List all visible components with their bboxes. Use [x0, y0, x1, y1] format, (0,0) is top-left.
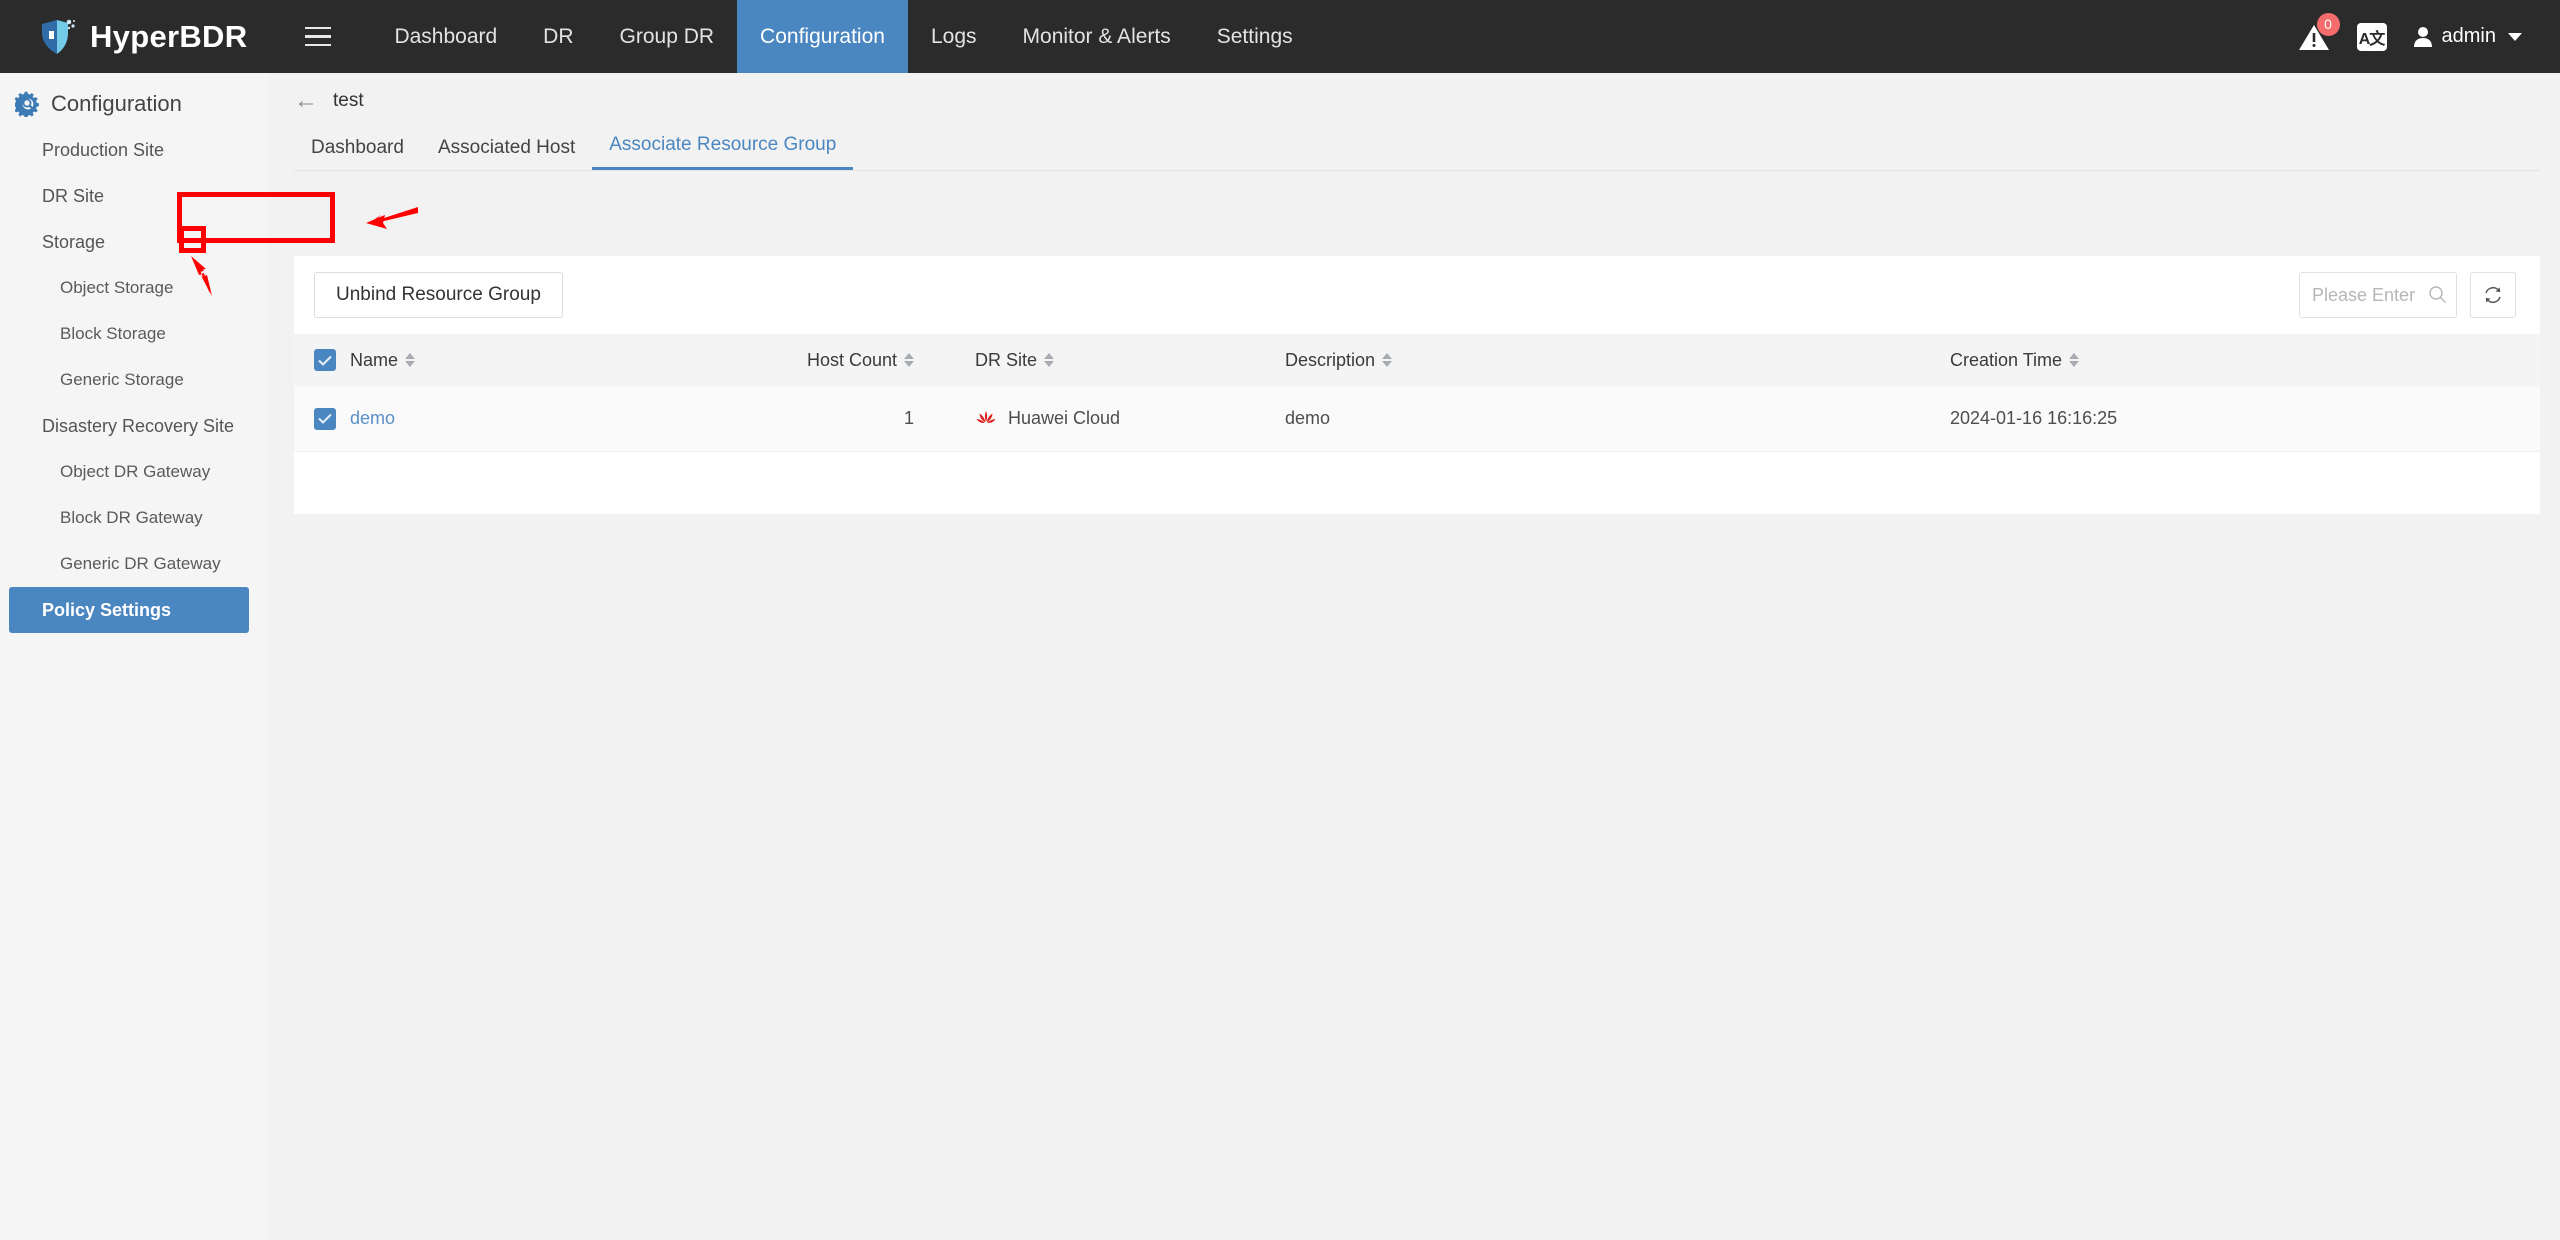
- chevron-down-icon: [2508, 32, 2522, 41]
- main-content: ← test Dashboard Associated Host Associa…: [268, 73, 2560, 1240]
- user-menu[interactable]: admin: [2413, 25, 2522, 48]
- sidebar-item-block-storage[interactable]: Block Storage: [0, 311, 268, 357]
- back-arrow-icon[interactable]: ←: [294, 89, 318, 113]
- sidebar-item-block-dr-gateway[interactable]: Block DR Gateway: [0, 495, 268, 541]
- resource-group-table: Name Host Count DR Site Description Crea…: [294, 334, 2540, 452]
- sidebar: Configuration Production Site DR Site St…: [0, 73, 268, 1240]
- alert-count-badge: 0: [2316, 12, 2340, 36]
- column-header-creation-time[interactable]: Creation Time: [1830, 350, 2540, 371]
- nav-item-configuration[interactable]: Configuration: [737, 0, 908, 73]
- sort-icon-description[interactable]: [1382, 353, 1393, 367]
- toolbar-right: [2299, 272, 2516, 318]
- column-header-name[interactable]: Name: [350, 350, 660, 371]
- user-avatar-icon: [2413, 26, 2432, 47]
- sidebar-title-label: Configuration: [51, 91, 182, 116]
- cell-creation-time: 2024-01-16 16:16:25: [1950, 408, 2118, 428]
- tab-bar: Dashboard Associated Host Associate Reso…: [294, 127, 2540, 171]
- hyperbdr-shield-icon: [42, 19, 75, 54]
- sidebar-item-object-dr-gateway[interactable]: Object DR Gateway: [0, 449, 268, 495]
- column-header-description-label: Description: [1285, 349, 1376, 370]
- user-name: admin: [2441, 25, 2496, 47]
- column-header-host-count-label: Host Count: [806, 349, 897, 370]
- check-icon: [318, 355, 332, 366]
- sidebar-title: Configuration: [0, 73, 268, 127]
- nav-item-dr[interactable]: DR: [520, 0, 596, 73]
- column-header-host-count[interactable]: Host Count: [660, 350, 930, 371]
- sort-icon-name[interactable]: [405, 353, 416, 367]
- tab-associated-host[interactable]: Associated Host: [421, 137, 592, 170]
- sidebar-item-production-site[interactable]: Production Site: [0, 127, 268, 173]
- column-header-description[interactable]: Description: [1270, 350, 1830, 371]
- top-right-actions: 0 A文 admin: [2297, 12, 2560, 54]
- nav-item-logs[interactable]: Logs: [908, 0, 1000, 73]
- refresh-button[interactable]: [2470, 272, 2516, 318]
- alerts-button[interactable]: 0: [2297, 12, 2340, 54]
- select-all-checkbox-cell: [294, 349, 350, 371]
- brand-name: HyperBDR: [90, 18, 248, 54]
- sort-icon-dr-site[interactable]: [1044, 353, 1055, 367]
- top-navigation-bar: HyperBDR Dashboard DR Group DR Configura…: [0, 0, 2560, 73]
- page-title: test: [333, 90, 364, 111]
- cell-name: demo: [350, 408, 660, 429]
- column-header-dr-site-label: DR Site: [975, 349, 1038, 370]
- sort-icon-host-count[interactable]: [904, 353, 914, 367]
- brand-logo-group[interactable]: HyperBDR: [0, 17, 257, 57]
- tab-dashboard[interactable]: Dashboard: [294, 137, 421, 170]
- nav-item-settings[interactable]: Settings: [1194, 0, 1316, 73]
- sidebar-item-dr-site[interactable]: DR Site: [0, 173, 268, 219]
- sidebar-item-disastery-recovery-site[interactable]: Disastery Recovery Site: [0, 403, 268, 449]
- tab-associate-resource-group[interactable]: Associate Resource Group: [592, 134, 854, 170]
- table-row[interactable]: demo 1 Huawei Cloud demo 2024-01-16 16:1…: [294, 386, 2540, 452]
- cell-host-count: 1: [903, 408, 914, 428]
- card-toolbar: Unbind Resource Group: [294, 256, 2540, 334]
- sort-icon-creation-time[interactable]: [2069, 353, 2080, 367]
- breadcrumb: ← test: [268, 73, 2560, 113]
- language-switch-icon[interactable]: A文: [2356, 22, 2387, 51]
- sidebar-item-generic-dr-gateway[interactable]: Generic DR Gateway: [0, 541, 268, 587]
- table-header-row: Name Host Count DR Site Description Crea…: [294, 334, 2540, 386]
- cell-dr-site: Huawei Cloud: [930, 408, 1270, 429]
- sidebar-item-storage[interactable]: Storage: [0, 219, 268, 265]
- refresh-icon: [2485, 286, 2501, 304]
- main-nav: Dashboard DR Group DR Configuration Logs…: [371, 0, 1315, 73]
- nav-item-monitor-alerts[interactable]: Monitor & Alerts: [1000, 0, 1194, 73]
- select-all-checkbox[interactable]: [314, 349, 336, 371]
- column-header-creation-time-label: Creation Time: [1950, 349, 2063, 370]
- resource-group-link[interactable]: demo: [350, 408, 395, 429]
- huawei-cloud-icon: [976, 410, 996, 423]
- sidebar-item-policy-settings[interactable]: Policy Settings: [9, 587, 249, 633]
- resource-group-card: Unbind Resource Group Please Enter Name …: [294, 256, 2540, 514]
- unbind-resource-group-button[interactable]: Unbind Resource Group: [314, 272, 563, 318]
- column-header-name-label: Name: [350, 349, 399, 370]
- cell-description: demo: [1285, 408, 1331, 428]
- row-checkbox-cell: [294, 407, 350, 430]
- gear-search-icon: [15, 91, 39, 117]
- cell-dr-site-label: Huawei Cloud: [1008, 408, 1121, 428]
- search-input[interactable]: [2299, 272, 2457, 318]
- sidebar-item-generic-storage[interactable]: Generic Storage: [0, 357, 268, 403]
- search-box: [2299, 272, 2457, 318]
- sidebar-item-object-storage[interactable]: Object Storage: [0, 265, 268, 311]
- nav-item-group-dr[interactable]: Group DR: [597, 0, 738, 73]
- row-checkbox[interactable]: [314, 407, 336, 430]
- hamburger-icon[interactable]: [291, 0, 345, 73]
- check-icon: [318, 413, 332, 424]
- column-header-dr-site[interactable]: DR Site: [930, 350, 1270, 371]
- nav-item-dashboard[interactable]: Dashboard: [371, 0, 520, 73]
